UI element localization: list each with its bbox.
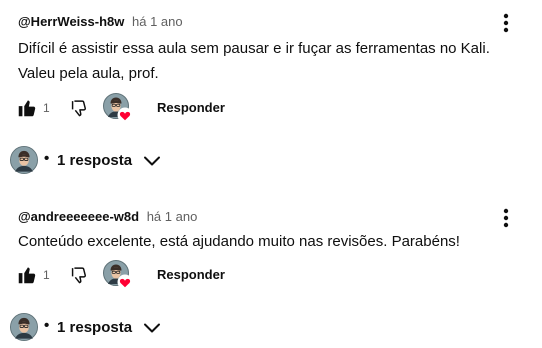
thumbs-down-icon [71, 267, 86, 284]
thumbs-up-icon [18, 267, 36, 284]
replies-count: 1 resposta [57, 319, 133, 336]
comment-header: @andreeeeeee-w8d há 1 ano [18, 209, 197, 224]
like-count: 1 [43, 101, 50, 115]
more-options-button[interactable] [496, 12, 516, 34]
like-button[interactable] [16, 97, 38, 119]
vertical-dots-icon [503, 208, 509, 228]
comment-header: @HerrWeiss-h8w há 1 ano [18, 14, 183, 29]
more-options-button[interactable] [496, 207, 516, 229]
comment-text: Difícil é assistir essa aula sem pausar … [18, 40, 490, 82]
comment-actions: 1 Responder [0, 93, 542, 123]
vertical-dots-icon [503, 13, 509, 33]
thumbs-up-icon [18, 100, 36, 117]
creator-avatar [10, 313, 38, 341]
creator-avatar [103, 93, 133, 123]
like-count: 1 [43, 268, 50, 282]
creator-heart-badge [103, 93, 133, 123]
separator-dot: • [44, 150, 50, 167]
creator-avatar [10, 146, 38, 174]
dislike-button[interactable] [68, 264, 90, 286]
heart-icon [117, 107, 133, 123]
creator-avatar [103, 260, 133, 290]
replies-count: 1 resposta [57, 152, 133, 169]
view-replies-button[interactable]: • 1 resposta [10, 145, 190, 175]
creator-heart-badge [103, 260, 133, 290]
reply-button[interactable]: Responder [157, 267, 225, 282]
like-button[interactable] [16, 264, 38, 286]
comment-timestamp[interactable]: há 1 ano [132, 14, 183, 29]
comment-author[interactable]: @andreeeeeee-w8d [18, 209, 139, 224]
separator-dot: • [44, 317, 50, 334]
thumbs-down-icon [71, 100, 86, 117]
heart-icon [117, 274, 133, 290]
dislike-button[interactable] [68, 97, 90, 119]
reply-button[interactable]: Responder [157, 100, 225, 115]
comment-text: Conteúdo excelente, está ajudando muito … [18, 233, 460, 250]
chevron-down-icon [144, 156, 160, 166]
comment-timestamp[interactable]: há 1 ano [147, 209, 198, 224]
comment-actions: 1 Responder [0, 260, 542, 290]
comment-author[interactable]: @HerrWeiss-h8w [18, 14, 124, 29]
chevron-down-icon [144, 323, 160, 333]
view-replies-button[interactable]: • 1 resposta [10, 312, 190, 342]
